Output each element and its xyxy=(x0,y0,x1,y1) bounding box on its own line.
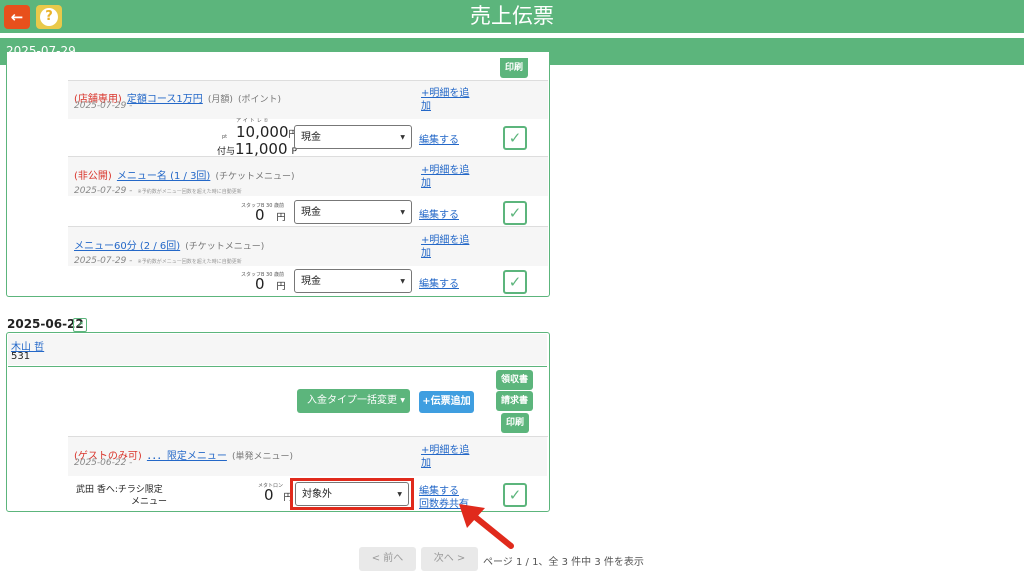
amount-value: 0 xyxy=(255,275,265,293)
edit-link[interactable]: 編集する xyxy=(419,131,459,146)
add-line-item-link[interactable]: +明細を追加 xyxy=(421,87,471,113)
print-button[interactable]: 印刷 xyxy=(500,58,528,78)
menu-kind: (ポイント) xyxy=(238,95,282,105)
chevron-down-icon: ▼ xyxy=(400,209,405,216)
customer-id: 531 xyxy=(11,351,31,362)
add-slip-button[interactable]: +伝票追加 xyxy=(419,391,474,413)
bulk-payment-type-change-button[interactable]: 入金タイプ一括変更 ▼ xyxy=(297,389,410,413)
chevron-down-icon: ▼ xyxy=(397,491,402,498)
print-button[interactable]: 印刷 xyxy=(501,413,529,433)
menu-link[interactable]: 定額コース1万円 xyxy=(127,94,203,105)
payment-type-select[interactable]: 現金 ▼ xyxy=(294,125,412,149)
edit-date-icon[interactable]: ↗ xyxy=(73,318,87,332)
chevron-down-icon: ▼ xyxy=(400,278,405,285)
add-line-item-link[interactable]: +明細を追加 xyxy=(421,444,471,470)
auto-update-note: ※予約数がメニュー回数を超えた時に自動更新 xyxy=(137,259,242,265)
chevron-down-icon: ▼ xyxy=(400,397,405,404)
edit-link[interactable]: 編集する xyxy=(419,275,459,290)
item-date: 2025-07-29 - xyxy=(74,186,133,196)
item-date: 2025-06-22 - xyxy=(74,458,133,468)
auto-update-note: ※予約数がメニュー回数を超えた時に自動更新 xyxy=(137,189,242,195)
menu-type: (月額) xyxy=(207,95,233,105)
menu-link[interactable]: ．．．限定メニュー xyxy=(147,451,227,462)
edit-link[interactable]: 編集する xyxy=(419,206,459,221)
checkmark-icon[interactable]: ✓ xyxy=(503,270,527,294)
checkmark-icon[interactable]: ✓ xyxy=(503,201,527,225)
invoice-button[interactable]: 請求書 xyxy=(496,391,533,411)
chevron-down-icon: ▼ xyxy=(400,134,405,141)
staff-name-cont: メニュー xyxy=(131,497,168,507)
amount-value: 0 xyxy=(255,206,265,224)
item-date: 2025-07-29 - xyxy=(74,101,133,111)
checkmark-icon[interactable]: ✓ xyxy=(503,126,527,150)
payment-type-select[interactable]: 現金 ▼ xyxy=(294,200,412,224)
annotation-arrow-icon xyxy=(459,504,514,549)
page-title: 売上伝票 xyxy=(470,4,554,28)
add-line-item-link[interactable]: +明細を追加 xyxy=(421,234,471,260)
customer-row xyxy=(8,334,547,365)
currency-unit: 円 xyxy=(276,213,286,223)
menu-type: (単発メニュー) xyxy=(232,452,294,462)
next-page-button[interactable]: 次へ > xyxy=(421,547,478,571)
add-line-item-link[interactable]: +明細を追加 xyxy=(421,164,471,190)
payment-type-select[interactable]: 現金 ▼ xyxy=(294,269,412,293)
item-date: 2025-07-29 - xyxy=(74,256,133,266)
amount-value: 0 xyxy=(264,486,274,504)
prev-page-button[interactable]: < 前へ xyxy=(359,547,416,571)
pagination-info: ページ 1 / 1、全 3 件中 3 件を表示 xyxy=(483,557,644,568)
payment-type-select[interactable]: 対象外 ▼ xyxy=(295,482,409,506)
receipt-button[interactable]: 領収書 xyxy=(496,370,533,390)
currency-unit: 円 xyxy=(276,282,286,292)
